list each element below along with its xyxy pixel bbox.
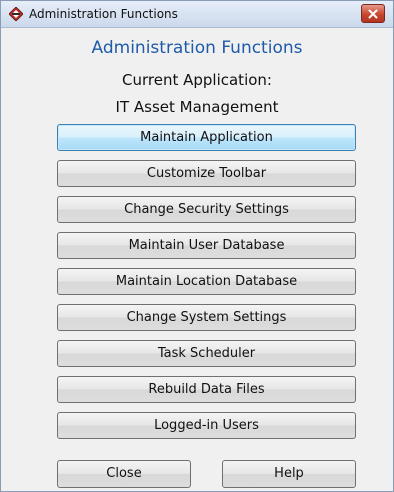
title-bar[interactable]: Administration Functions [1, 1, 393, 28]
maintain-location-database-button[interactable]: Maintain Location Database [57, 268, 356, 295]
rebuild-data-files-button[interactable]: Rebuild Data Files [57, 376, 356, 403]
customize-toolbar-button[interactable]: Customize Toolbar [57, 160, 356, 187]
logged-in-users-button[interactable]: Logged-in Users [57, 412, 356, 439]
admin-functions-window: Administration Functions Administration … [0, 0, 394, 492]
maintain-user-database-button[interactable]: Maintain User Database [57, 232, 356, 259]
maintain-application-button[interactable]: Maintain Application [57, 124, 356, 151]
current-application-label: Current Application: [122, 71, 272, 89]
help-button[interactable]: Help [222, 460, 356, 488]
task-scheduler-button[interactable]: Task Scheduler [57, 340, 356, 367]
close-button[interactable]: Close [57, 460, 191, 488]
dialog-body: Administration Functions Current Applica… [1, 28, 393, 491]
close-icon [368, 9, 378, 18]
change-security-settings-button[interactable]: Change Security Settings [57, 196, 356, 223]
window-close-button[interactable] [361, 4, 385, 23]
change-system-settings-button[interactable]: Change System Settings [57, 304, 356, 331]
dialog-heading: Administration Functions [91, 38, 303, 58]
window-title: Administration Functions [29, 7, 178, 21]
app-diamond-icon [8, 6, 24, 22]
application-name: IT Asset Management [115, 98, 279, 116]
